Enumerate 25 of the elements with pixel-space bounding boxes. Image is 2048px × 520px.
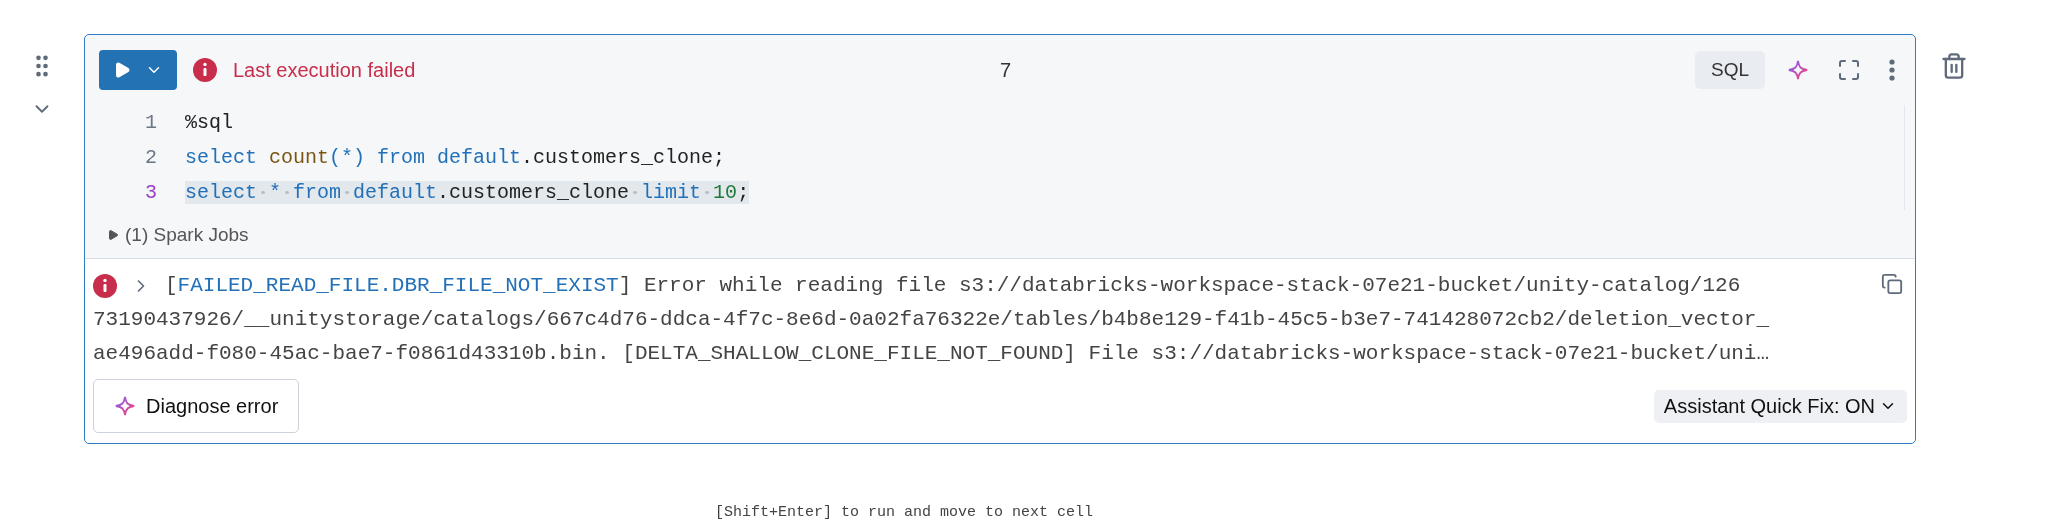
line-number: 2: [144, 146, 158, 169]
fullscreen-icon: [1837, 58, 1861, 82]
run-button[interactable]: [99, 50, 177, 90]
execution-count: 7: [1000, 58, 1012, 82]
code-line: select count(*) from default.customers_clone;: [185, 146, 726, 169]
error-message-line: 73190437926/__unitystorage/catalogs/667c4d76-ddca-4f7c-8e6d-0a02fa76322e/tables/b4b8e129-f41b-45c5-b3e7-741428072cb2/deletion_vector_: [93, 307, 1771, 333]
code-line: %sql: [185, 111, 233, 134]
line-number: 3: [144, 181, 158, 204]
status-text: Last execution failed: [233, 58, 416, 82]
language-label[interactable]: SQL: [1694, 51, 1765, 89]
error-icon: [93, 274, 117, 298]
play-icon: [113, 61, 131, 79]
delete-icon[interactable]: [1940, 52, 1968, 80]
copy-icon[interactable]: [1881, 273, 1903, 295]
diagnose-error-button[interactable]: Diagnose error: [93, 379, 300, 433]
error-message-line: ae496add-f080-45ac-bae7-f0861d43310b.bin. [DELTA_SHALLOW_CLONE_FILE_NOT_FOUND] File s3://databricks-workspace-stack-07e21-bucket/uni…: [93, 341, 1771, 367]
sparkle-icon: [114, 395, 136, 417]
expand-caret-icon[interactable]: [107, 229, 119, 241]
more-icon: [1889, 59, 1895, 81]
error-message-line: [FAILED_READ_FILE.DBR_FILE_NOT_EXIST] Error while reading file s3://databricks-workspace-stack-07e21-bucket/unity-catalog/126: [165, 273, 1741, 299]
quick-fix-dropdown[interactable]: Assistant Quick Fix: ON: [1653, 389, 1907, 423]
sparkle-icon: [1787, 59, 1809, 81]
keyboard-hint: [Shift+Enter] to run and move to next cell: [713, 504, 1095, 520]
line-number: 1: [144, 111, 158, 134]
spark-jobs-toggle[interactable]: (1) Spark Jobs: [125, 224, 249, 246]
